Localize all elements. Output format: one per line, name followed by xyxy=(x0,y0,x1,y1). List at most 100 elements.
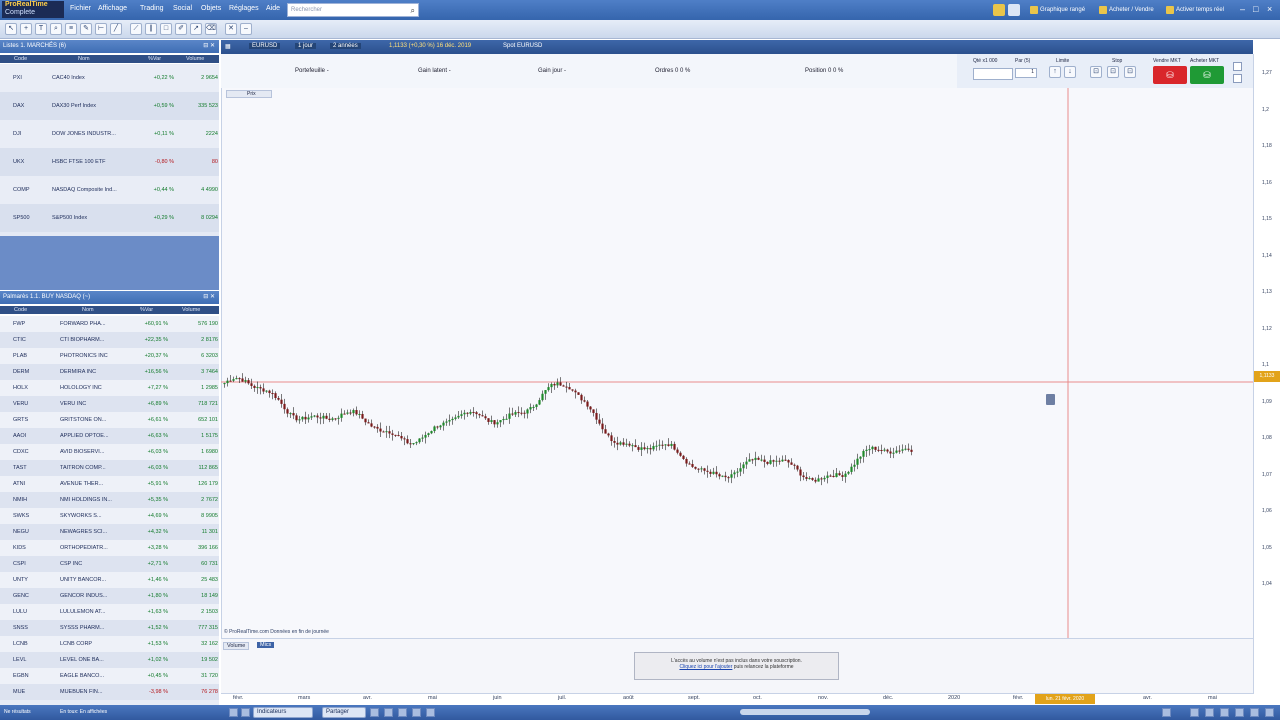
table-row[interactable]: LCNB LCNB CORP +1,53 % 32 162 xyxy=(0,636,219,652)
instrument-selector[interactable]: EURUSD xyxy=(249,43,281,49)
menu-reglages[interactable]: Réglages xyxy=(229,5,259,12)
sell-button[interactable]: ⛁ xyxy=(1153,66,1187,84)
brush-icon[interactable]: ✐ xyxy=(175,23,187,35)
grid-icon[interactable] xyxy=(398,708,407,717)
minus-icon[interactable]: – xyxy=(240,23,252,35)
realtime-button[interactable]: Activer temps réel xyxy=(1164,4,1234,16)
table-row[interactable]: SP500 S&P500 Index +0,29 % 8 0294 xyxy=(0,204,219,232)
ruler-icon[interactable]: ⊢ xyxy=(95,23,107,35)
table-row[interactable]: HOLX HOLOLOGY INC +7,27 % 1 2985 xyxy=(0,380,219,396)
col-name[interactable]: Nom xyxy=(82,306,94,314)
col-volume[interactable]: Volume xyxy=(186,55,204,63)
panel-close-icon[interactable]: ⊟ ✕ xyxy=(203,291,215,304)
menu-objets[interactable]: Objets xyxy=(201,5,221,12)
table-row[interactable]: FWP FORWARD PHA... +60,91 % 576 190 xyxy=(0,316,219,332)
window-icon[interactable] xyxy=(384,708,393,717)
layout-icon[interactable] xyxy=(426,708,435,717)
lock-icon[interactable] xyxy=(1235,708,1244,717)
table-row[interactable]: NMIH NMI HOLDINGS IN... +5,35 % 2 7672 xyxy=(0,492,219,508)
fibonacci-icon[interactable]: ≡ xyxy=(65,23,77,35)
table-row[interactable]: TAST TAITRON COMP... +6,03 % 112 865 xyxy=(0,460,219,476)
delete-icon[interactable]: ✕ xyxy=(225,23,237,35)
chart-layout-button[interactable]: Graphique rangé xyxy=(1028,4,1094,16)
zoom-in-icon[interactable] xyxy=(1205,708,1214,717)
table-row[interactable]: DERM DERMIRA INC +16,56 % 3 7464 xyxy=(0,364,219,380)
col-code[interactable]: Code xyxy=(14,55,27,63)
range-selector[interactable]: 2 années xyxy=(330,43,361,49)
menu-aide[interactable]: Aide xyxy=(266,5,280,12)
stop-button-3[interactable]: ⊡ xyxy=(1124,66,1136,78)
quantity-stepper[interactable] xyxy=(973,68,1013,80)
print-icon[interactable] xyxy=(1265,708,1274,717)
zoom-icon[interactable] xyxy=(370,708,379,717)
table-row[interactable]: VERU VERU INC +6,89 % 718 721 xyxy=(0,396,219,412)
line-icon[interactable]: ╱ xyxy=(110,23,122,35)
pointer-icon[interactable]: ↖ xyxy=(5,23,17,35)
text-icon[interactable]: T xyxy=(35,23,47,35)
menu-trading[interactable]: Trading xyxy=(140,5,163,12)
table-row[interactable]: COMP NASDAQ Composite Ind... +0,44 % 4 4990 xyxy=(0,176,219,204)
table-row[interactable]: GRTS GRITSTONE ON... +6,61 % 652 101 xyxy=(0,412,219,428)
option-checkbox[interactable] xyxy=(1233,62,1242,71)
table-row[interactable]: UKX HSBC FTSE 100 ETF -0,80 % 80 xyxy=(0,148,219,176)
forward-icon[interactable] xyxy=(241,708,250,717)
table-row[interactable]: GENC GENCOR INDUS... +1,80 % 18 149 xyxy=(0,588,219,604)
crosshair-icon[interactable]: + xyxy=(20,23,32,35)
table-row[interactable]: SNSS SYSSS PHARM... +1,52 % 777 315 xyxy=(0,620,219,636)
pen-icon[interactable]: ✎ xyxy=(80,23,92,35)
buy-button[interactable]: ⛁ xyxy=(1190,66,1224,84)
table-row[interactable]: LEVL LEVEL ONE BA... +1,02 % 19 502 xyxy=(0,652,219,668)
panel-close-icon[interactable]: ⊟ ✕ xyxy=(203,40,215,53)
table-row[interactable]: PXI CAC40 Index +0,22 % 2 9654 xyxy=(0,64,219,92)
search-icon[interactable]: ⌕ xyxy=(411,5,415,17)
horizontal-scrollbar[interactable] xyxy=(740,709,870,715)
col-volume[interactable]: Volume xyxy=(182,306,200,314)
table-row[interactable]: MUE MUEBUEN FIN... -3,98 % 76 278 xyxy=(0,684,219,700)
table-row[interactable]: DAX DAX30 Perf Index +0,59 % 335 523 xyxy=(0,92,219,120)
eraser-icon[interactable]: ⌫ xyxy=(205,23,217,35)
settings-icon[interactable] xyxy=(1162,708,1171,717)
minimize-button[interactable]: – xyxy=(1240,4,1245,14)
indicators-button[interactable]: Indicateurs xyxy=(253,707,313,718)
limit-up-button[interactable]: ↑ xyxy=(1049,66,1061,78)
cube-icon[interactable] xyxy=(412,708,421,717)
search-input[interactable]: Rechercher ⌕ xyxy=(287,3,419,17)
table-row[interactable]: KIDS ORTHOPEDIATR... +3,28 % 396 166 xyxy=(0,540,219,556)
table-row[interactable]: UNTY UNITY BANCOR... +1,46 % 25 483 xyxy=(0,572,219,588)
star-icon[interactable] xyxy=(993,4,1005,16)
volume-tab[interactable]: Volume xyxy=(223,642,250,650)
table-row[interactable]: CDXC AVID BIOSERVI... +6,03 % 1 6980 xyxy=(0,444,219,460)
table-row[interactable]: EGBN EAGLE BANCO... +0,45 % 31 720 xyxy=(0,668,219,684)
stop-button-2[interactable]: ⊡ xyxy=(1107,66,1119,78)
table-row[interactable]: DJI DOW JONES INDUSTR... +0,11 % 2224 xyxy=(0,120,219,148)
chart-menu-icon[interactable]: ▦ xyxy=(225,43,231,50)
period-selector[interactable]: 1 jour xyxy=(295,43,317,49)
trash-icon[interactable] xyxy=(1046,394,1055,405)
col-name[interactable]: Nom xyxy=(78,55,90,63)
channel-icon[interactable]: ∥ xyxy=(145,23,157,35)
fit-icon[interactable] xyxy=(1220,708,1229,717)
camera-icon[interactable] xyxy=(1250,708,1259,717)
rectangle-icon[interactable]: □ xyxy=(160,23,172,35)
table-row[interactable]: NEGU NEWAGRES SCI... +4,32 % 11 301 xyxy=(0,524,219,540)
col-change[interactable]: %Var xyxy=(140,306,153,314)
menu-affichage[interactable]: Affichage xyxy=(98,5,127,12)
limit-down-button[interactable]: ↓ xyxy=(1064,66,1076,78)
zoom-icon[interactable]: ⌕ xyxy=(50,23,62,35)
ray-icon[interactable]: ⟋ xyxy=(130,23,142,35)
table-row[interactable]: ATNI AVENUE THER... +5,91 % 126 179 xyxy=(0,476,219,492)
close-button[interactable]: × xyxy=(1267,4,1272,14)
back-icon[interactable] xyxy=(229,708,238,717)
table-row[interactable]: LULU LULULEMON AT... +1,63 % 2 1503 xyxy=(0,604,219,620)
zoom-out-icon[interactable] xyxy=(1190,708,1199,717)
table-row[interactable]: SWKS SKYWORKS S... +4,69 % 8 9905 xyxy=(0,508,219,524)
stop-button-1[interactable]: ⊡ xyxy=(1090,66,1102,78)
col-change[interactable]: %Var xyxy=(148,55,161,63)
buy-sell-button[interactable]: Acheter / Vendre xyxy=(1097,4,1161,16)
layout-icon[interactable] xyxy=(1008,4,1020,16)
table-row[interactable]: PLAB PHOTRONICS INC +20,37 % 6 3203 xyxy=(0,348,219,364)
share-button[interactable]: Partager xyxy=(322,707,366,718)
menu-fichier[interactable]: Fichier xyxy=(70,5,91,12)
table-row[interactable]: CSPI CSP INC +2,71 % 60 731 xyxy=(0,556,219,572)
arrow-icon[interactable]: ↗ xyxy=(190,23,202,35)
